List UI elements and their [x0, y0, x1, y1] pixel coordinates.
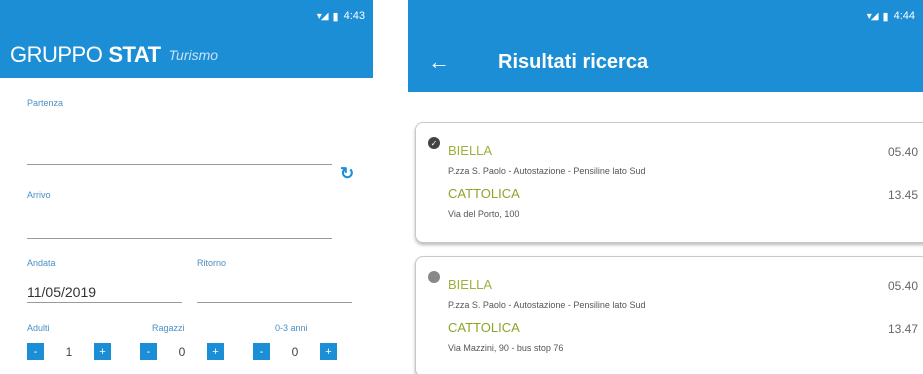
selected-check-icon[interactable]: ✓: [428, 137, 440, 149]
partenza-label: Partenza: [27, 98, 64, 108]
results-screen: ▾◢ ▮ 4:44 ← Risultati ricerca ✓ BIELLA 0…: [408, 0, 923, 374]
brand-gruppo: GRUPPO: [10, 42, 103, 67]
partenza-input[interactable]: [27, 164, 332, 165]
bambini-label: 0-3 anni: [275, 323, 308, 333]
brand-turismo: Turismo: [168, 47, 219, 63]
bambini-plus-button[interactable]: +: [320, 343, 337, 360]
destination-city: CATTOLICA: [448, 320, 520, 335]
andata-underline: [27, 302, 182, 303]
ragazzi-plus-button[interactable]: +: [207, 343, 224, 360]
arrivo-input[interactable]: [27, 238, 332, 239]
departure-time: 05.40: [887, 279, 918, 293]
status-bar: ▾◢ ▮ 4:43: [0, 0, 373, 32]
app-bar: ← Risultati ricerca: [408, 32, 923, 92]
adulti-minus-button[interactable]: -: [27, 343, 44, 360]
adulti-stepper: - 1 +: [27, 343, 111, 360]
ragazzi-label: Ragazzi: [152, 323, 185, 333]
andata-label: Andata: [27, 258, 56, 268]
andata-input[interactable]: 11/05/2019: [27, 284, 96, 300]
adulti-label: Adulti: [27, 323, 50, 333]
app-bar: GRUPPO STAT Turismo: [0, 32, 373, 78]
ragazzi-stepper: - 0 +: [140, 343, 224, 360]
adulti-count: 1: [65, 344, 73, 359]
bambini-minus-button[interactable]: -: [253, 343, 270, 360]
destination-address: Via del Porto, 100: [448, 209, 520, 219]
battery-icon: ▮: [882, 10, 889, 23]
arrival-time: 13.45: [887, 188, 918, 202]
result-card[interactable]: BIELLA 05.40 P.zza S. Paolo - Autostazio…: [415, 256, 923, 374]
origin-address: P.zza S. Paolo - Autostazione - Pensilin…: [448, 300, 646, 310]
ritorno-label: Ritorno: [197, 258, 227, 268]
swap-refresh-icon[interactable]: ↻: [340, 164, 354, 184]
result-card[interactable]: ✓ BIELLA 05.40 P.zza S. Paolo - Autostaz…: [415, 122, 923, 243]
ragazzi-count: 0: [178, 344, 186, 359]
adulti-plus-button[interactable]: +: [94, 343, 111, 360]
arrival-time: 13.47: [887, 322, 918, 336]
bambini-count: 0: [291, 344, 299, 359]
arrivo-label: Arrivo: [27, 190, 51, 200]
signal-icon: ▾◢: [316, 10, 329, 22]
search-form: Partenza ↻ Arrivo Andata 11/05/2019 Rito…: [0, 78, 373, 374]
origin-city: BIELLA: [448, 277, 493, 292]
status-bar: ▾◢ ▮ 4:44: [408, 0, 923, 32]
clock: 4:43: [343, 10, 365, 22]
ritorno-input[interactable]: [197, 302, 352, 303]
bambini-stepper: - 0 +: [253, 343, 337, 360]
battery-icon: ▮: [332, 10, 339, 23]
brand-stat: STAT: [108, 42, 161, 67]
destination-city: CATTOLICA: [448, 186, 520, 201]
destination-address: Via Mazzini, 90 - bus stop 76: [448, 343, 564, 353]
origin-city: BIELLA: [448, 143, 493, 158]
signal-icon: ▾◢: [866, 10, 879, 22]
clock: 4:44: [893, 10, 915, 22]
page-title: Risultati ricerca: [498, 50, 649, 73]
ragazzi-minus-button[interactable]: -: [140, 343, 157, 360]
departure-time: 05.40: [887, 145, 918, 159]
origin-address: P.zza S. Paolo - Autostazione - Pensilin…: [448, 166, 646, 176]
back-arrow-icon[interactable]: ←: [428, 49, 458, 75]
search-screen: ▾◢ ▮ 4:43 GRUPPO STAT Turismo Partenza ↻…: [0, 0, 373, 374]
unselected-radio-icon[interactable]: [428, 271, 440, 283]
